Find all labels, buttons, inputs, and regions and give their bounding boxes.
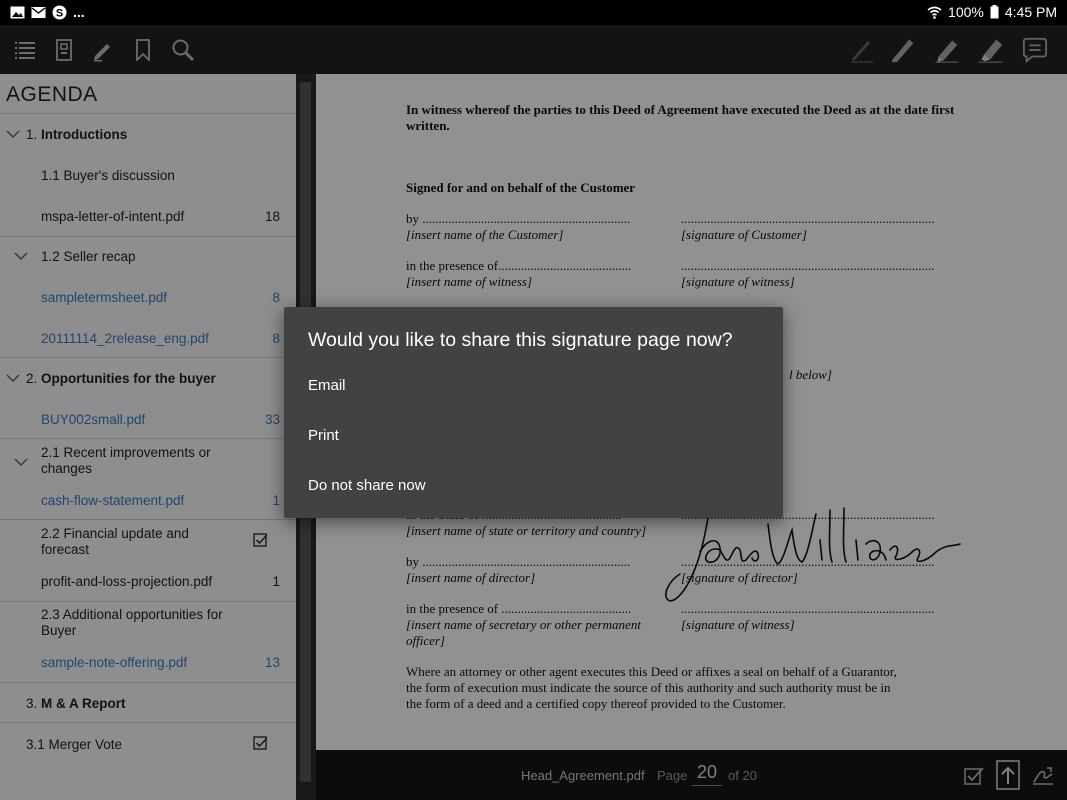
share-option-print[interactable]: Print xyxy=(308,427,339,444)
share-option-email[interactable]: Email xyxy=(308,377,346,394)
skype-icon: S xyxy=(52,5,67,19)
battery-percent: 100% xyxy=(948,4,984,20)
gallery-icon xyxy=(10,6,25,18)
status-bar: S ... 100% 4:45 PM xyxy=(0,0,1067,25)
mail-icon xyxy=(31,6,46,18)
svg-text:S: S xyxy=(56,7,63,19)
battery-icon xyxy=(990,5,999,19)
wifi-icon xyxy=(927,6,942,19)
share-signature-dialog: Would you like to share this signature p… xyxy=(284,307,783,518)
share-option-do-not-share[interactable]: Do not share now xyxy=(308,477,426,494)
dialog-title: Would you like to share this signature p… xyxy=(308,329,733,351)
clock: 4:45 PM xyxy=(1004,4,1057,20)
notification-overflow: ... xyxy=(73,4,85,20)
